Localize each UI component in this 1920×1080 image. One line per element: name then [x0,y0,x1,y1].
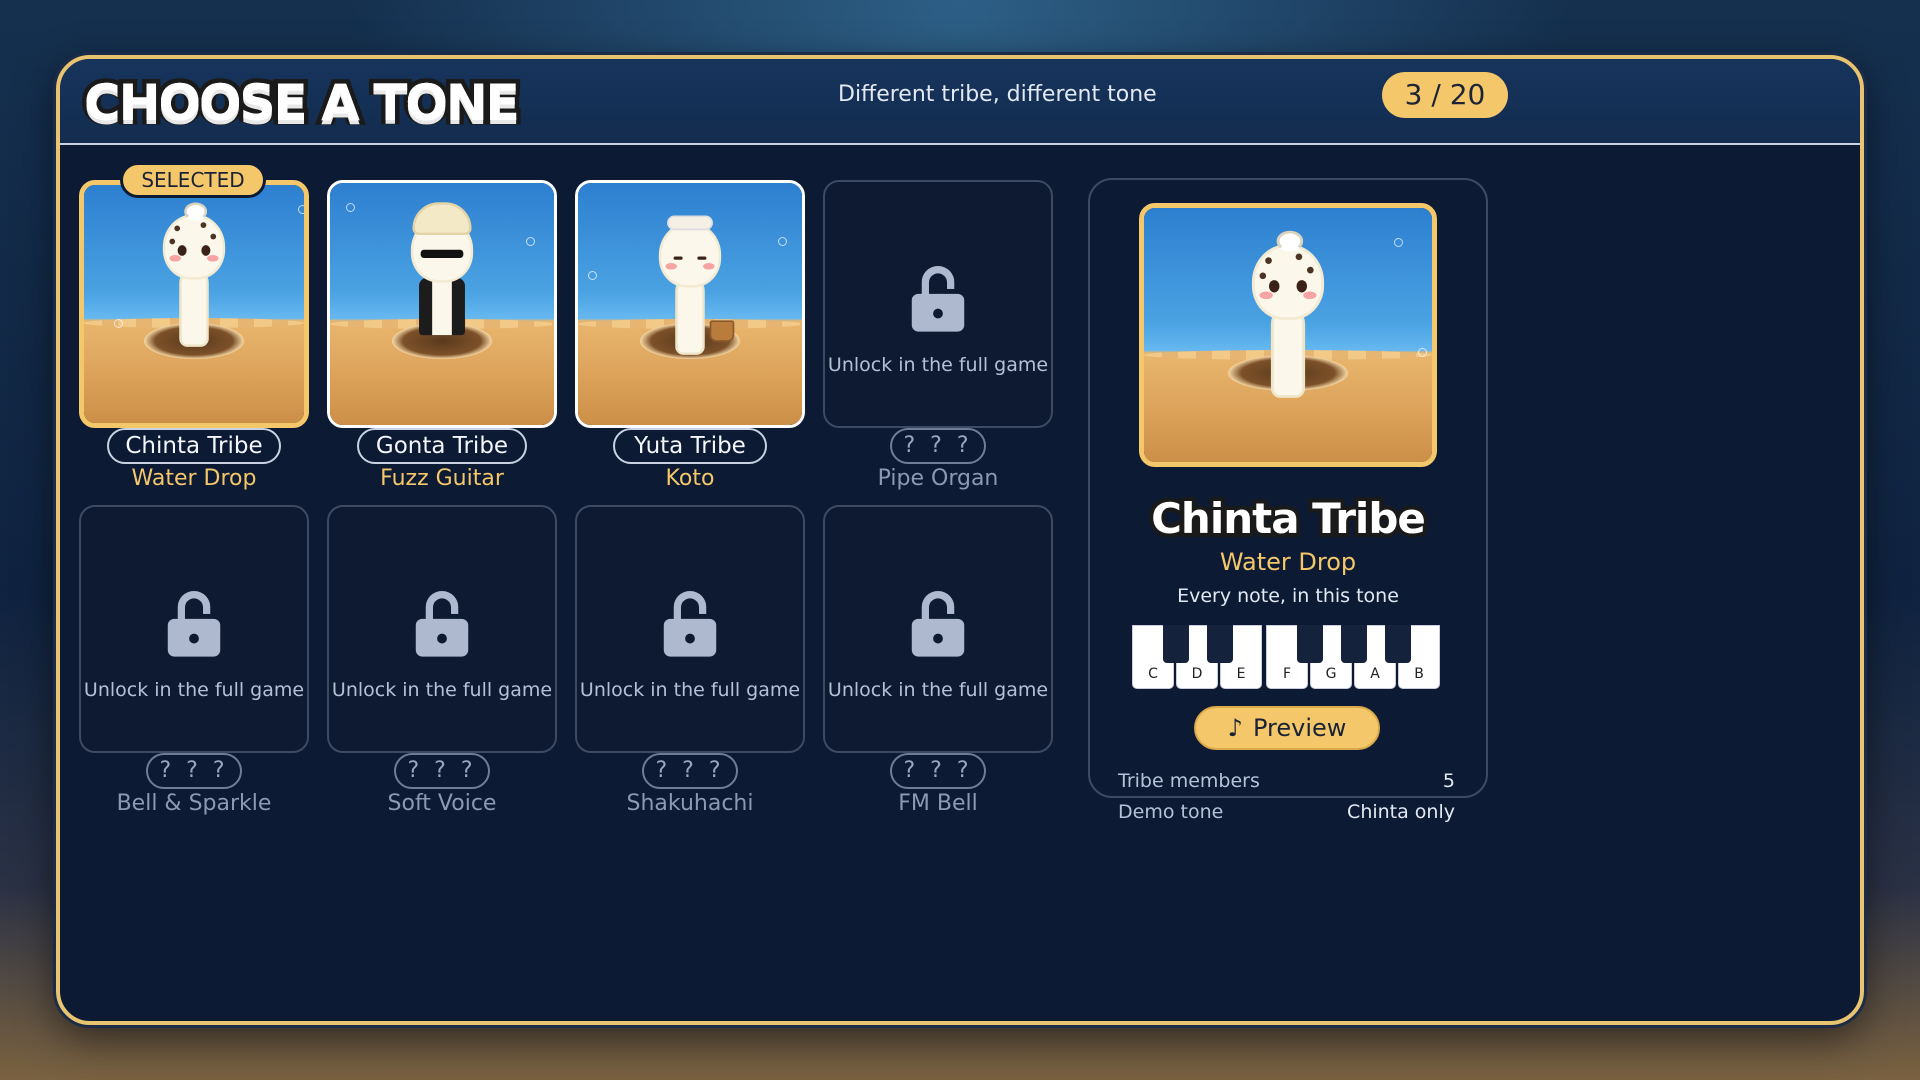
piano-black-key[interactable] [1385,625,1411,663]
piano-keyboard[interactable]: C D E F G A B [1132,625,1442,689]
detail-tribe-name: Chinta Tribe [1147,490,1430,547]
tone-card-locked-3[interactable]: Unlock in the full game [327,505,557,753]
tone-card-chinta[interactable] [79,180,309,428]
piano-black-key[interactable] [1341,625,1367,663]
tone-card-locked-2[interactable]: Unlock in the full game [79,505,309,753]
page-title: CHOOSE A TONE [80,70,525,137]
page-subtitle: Different tribe, different tone [838,82,1157,107]
tone-name: Bell & Sparkle [116,791,272,816]
lock-icon [663,591,717,657]
tribe-name-pill: ? ? ? [394,753,490,789]
stat-label: Demo tone [1118,801,1224,823]
tone-card-locked-4[interactable]: Unlock in the full game [575,505,805,753]
music-note-icon: ♪ [1227,714,1243,742]
tribe-name-pill: Gonta Tribe [357,428,527,464]
piano-black-key[interactable] [1163,625,1189,663]
unlock-note: Unlock in the full game [827,354,1049,376]
lock-icon [911,591,965,657]
tone-name: Shakuhachi [626,791,754,816]
unlock-note: Unlock in the full game [83,679,305,701]
yuta-eel-icon [658,215,735,355]
stat-label: Tribe members [1118,770,1260,792]
tone-name: Fuzz Guitar [380,466,504,491]
tone-name: Water Drop [131,466,257,491]
tone-name: FM Bell [898,791,978,816]
detail-tone-name: Water Drop [1219,548,1357,576]
chinta-eel-icon [1251,230,1325,398]
tribe-name-pill: ? ? ? [146,753,242,789]
stat-value: Chinta only [1347,801,1455,823]
header-divider [60,143,1860,145]
tone-card-gonta[interactable] [327,180,557,428]
lock-icon [415,591,469,657]
preview-label: Preview [1252,714,1347,742]
chinta-eel-icon [162,202,226,347]
unlock-note: Unlock in the full game [331,679,553,701]
tribe-name-pill: ? ? ? [642,753,738,789]
page-counter: 3 / 20 [1382,72,1508,118]
piano-black-key[interactable] [1297,625,1323,663]
piano-black-key[interactable] [1207,625,1233,663]
tone-card-locked-5[interactable]: Unlock in the full game [823,505,1053,753]
gonta-eel-icon [410,202,474,348]
detail-caption: Every note, in this tone [1177,585,1399,607]
tone-card-yuta[interactable] [575,180,805,428]
preview-button[interactable]: ♪ Preview [1194,706,1380,750]
tone-name: Koto [665,466,715,491]
detail-portrait [1139,203,1437,467]
tribe-name-pill: ? ? ? [890,753,986,789]
selected-badge: SELECTED [120,162,266,198]
unlock-note: Unlock in the full game [579,679,801,701]
stat-value: 5 [1442,770,1455,792]
lock-icon [167,591,221,657]
tribe-name-pill: ? ? ? [890,428,986,464]
tone-name: Soft Voice [387,791,497,816]
tribe-name-pill: Yuta Tribe [613,428,767,464]
unlock-note: Unlock in the full game [827,679,1049,701]
tribe-name-pill: Chinta Tribe [107,428,281,464]
tone-card-locked-1[interactable]: Unlock in the full game [823,180,1053,428]
lock-icon [911,266,965,332]
tone-name: Pipe Organ [877,466,999,491]
